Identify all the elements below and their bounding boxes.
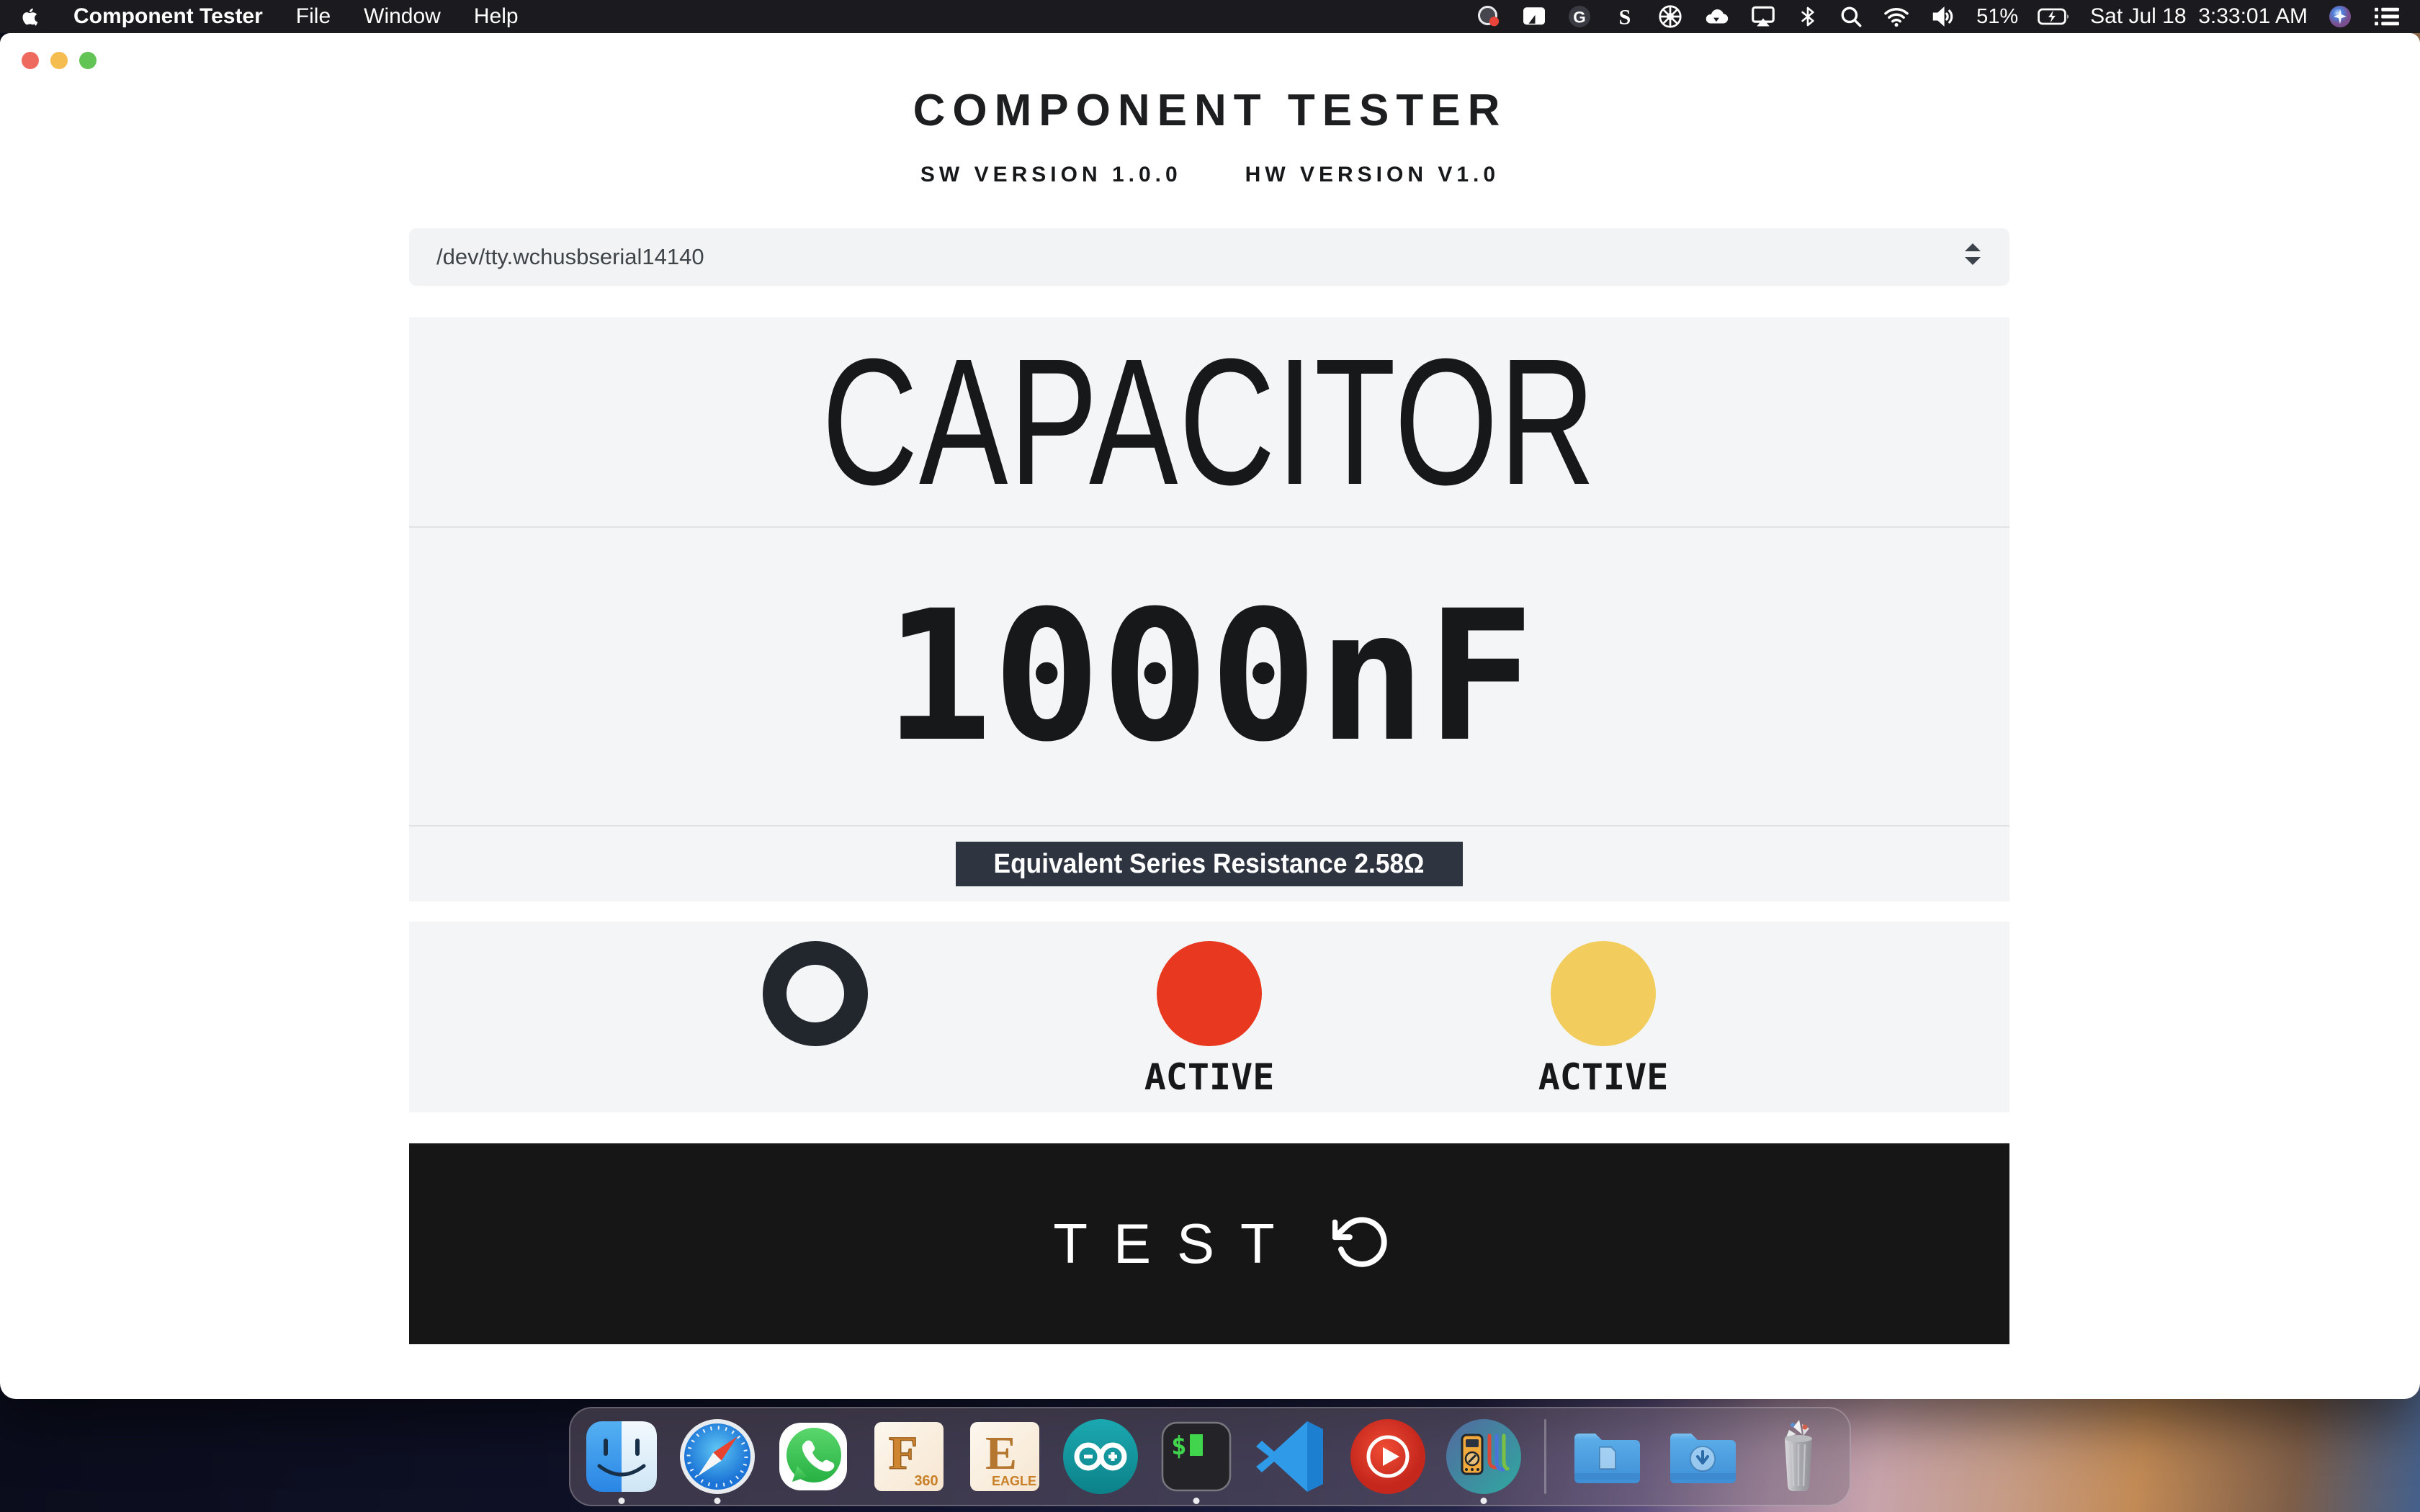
indicator-label: ACTIVE — [1144, 1056, 1275, 1099]
dock-icon-vscode[interactable] — [1252, 1417, 1332, 1496]
dock-icon-terminal[interactable]: $ — [1157, 1417, 1236, 1496]
dock-icon-safari[interactable] — [678, 1417, 757, 1496]
menu-help[interactable]: Help — [474, 4, 519, 29]
version-row: SW VERSION 1.0.0 HW VERSION V1.0 — [0, 163, 2420, 187]
record-status-icon[interactable] — [1476, 0, 1502, 33]
indicator-ring-icon — [763, 941, 868, 1046]
window-controls — [22, 52, 97, 69]
serial-port-value: /dev/tty.wchusbserial14140 — [436, 244, 704, 270]
cloud-icon[interactable] — [1703, 0, 1730, 33]
esr-badge: Equivalent Series Resistance 2.58Ω — [956, 842, 1462, 886]
wifi-icon[interactable] — [1883, 0, 1910, 33]
measured-value-text: 1000nF — [884, 587, 1534, 767]
esr-panel: Equivalent Series Resistance 2.58Ω — [409, 827, 2009, 901]
svg-text:F: F — [889, 1427, 918, 1480]
running-indicator — [1481, 1498, 1487, 1504]
dock-icon-trash[interactable] — [1759, 1417, 1838, 1496]
svg-text:EAGLE: EAGLE — [992, 1474, 1036, 1488]
svg-text:360: 360 — [914, 1473, 938, 1489]
menu-file[interactable]: File — [296, 4, 331, 29]
running-indicator — [619, 1498, 625, 1504]
component-tester-window: COMPONENT TESTER SW VERSION 1.0.0 HW VER… — [0, 33, 2420, 1399]
probe-indicators-panel: ACTIVE ACTIVE — [409, 922, 2009, 1112]
serial-port-select[interactable]: /dev/tty.wchusbserial14140 — [409, 228, 2009, 286]
indicator-label: ACTIVE — [1538, 1056, 1669, 1099]
dock-icon-documents-folder[interactable] — [1567, 1417, 1646, 1496]
measured-value-panel: 1000nF — [409, 528, 2009, 825]
component-type-panel: CAPACITOR — [409, 318, 2009, 526]
svg-text:S: S — [1619, 6, 1631, 30]
dock-icon-finder[interactable] — [582, 1417, 661, 1496]
running-indicator — [1193, 1498, 1200, 1504]
list-menu-icon[interactable] — [2372, 0, 2401, 33]
dock-icon-fusion-360[interactable]: F 360 — [869, 1417, 949, 1496]
test-button-label: TEST — [1027, 1211, 1300, 1277]
indicator-yellow-circle-icon — [1551, 941, 1656, 1046]
indicator-probe-2: ACTIVE — [1101, 922, 1317, 1112]
siri-globe-icon[interactable] — [2327, 0, 2353, 33]
hw-version: HW VERSION V1.0 — [1245, 163, 1500, 187]
menubar-clock[interactable]: Sat Jul 18 3:33:01 AM — [2090, 4, 2308, 29]
airplay-icon[interactable] — [1749, 0, 1777, 33]
volume-icon[interactable] — [1930, 0, 1957, 33]
esr-text: Equivalent Series Resistance 2.58Ω — [994, 849, 1425, 880]
svg-text:G: G — [1573, 8, 1586, 26]
svg-text:$: $ — [1171, 1431, 1187, 1461]
apple-menu-icon[interactable] — [19, 0, 40, 33]
dock-icon-downloads-folder[interactable] — [1663, 1417, 1742, 1496]
select-arrows-icon — [1963, 241, 1982, 273]
page-title: COMPONENT TESTER — [0, 85, 2420, 136]
rotate-ccw-icon — [1332, 1212, 1392, 1275]
dock-icon-youtube-music[interactable] — [1348, 1417, 1428, 1496]
component-type-text: CAPACITOR — [822, 332, 1597, 512]
shottr-icon[interactable]: S — [1612, 0, 1638, 33]
battery-icon[interactable] — [2038, 0, 2071, 33]
sw-version: SW VERSION 1.0.0 — [920, 163, 1182, 187]
indicator-probe-3: ACTIVE — [1495, 922, 1711, 1112]
svg-text:E: E — [985, 1427, 1017, 1480]
spotlight-icon[interactable] — [1839, 0, 1863, 33]
menubar-app-name[interactable]: Component Tester — [73, 4, 263, 29]
menu-window[interactable]: Window — [364, 4, 441, 29]
logi-g-icon[interactable]: G — [1567, 0, 1592, 33]
dock-icon-whatsapp[interactable] — [774, 1417, 853, 1496]
dock-divider — [1544, 1419, 1546, 1494]
zoom-button[interactable] — [79, 52, 97, 69]
running-indicator — [714, 1498, 721, 1504]
dock-icon-eagle[interactable]: E EAGLE — [965, 1417, 1044, 1496]
indicator-red-circle-icon — [1157, 941, 1262, 1046]
minimize-button[interactable] — [50, 52, 68, 69]
result-panels: CAPACITOR 1000nF Equivalent Series Resis… — [409, 318, 2009, 901]
dock: F 360 E EAGLE $ — [569, 1407, 1851, 1506]
display-icon[interactable] — [1521, 0, 1547, 33]
bluetooth-icon[interactable] — [1796, 0, 1819, 33]
dock-icon-arduino[interactable] — [1061, 1417, 1140, 1496]
menu-bar: Component Tester File Window Help G S — [0, 0, 2420, 33]
indicator-probe-1 — [707, 922, 923, 1112]
battery-percent: 51% — [1976, 5, 2018, 29]
fan-icon[interactable] — [1657, 0, 1683, 33]
test-button[interactable]: TEST — [409, 1143, 2009, 1344]
dock-icon-component-tester[interactable] — [1444, 1417, 1523, 1496]
close-button[interactable] — [22, 52, 39, 69]
desktop: Component Tester File Window Help G S — [0, 0, 2420, 1512]
